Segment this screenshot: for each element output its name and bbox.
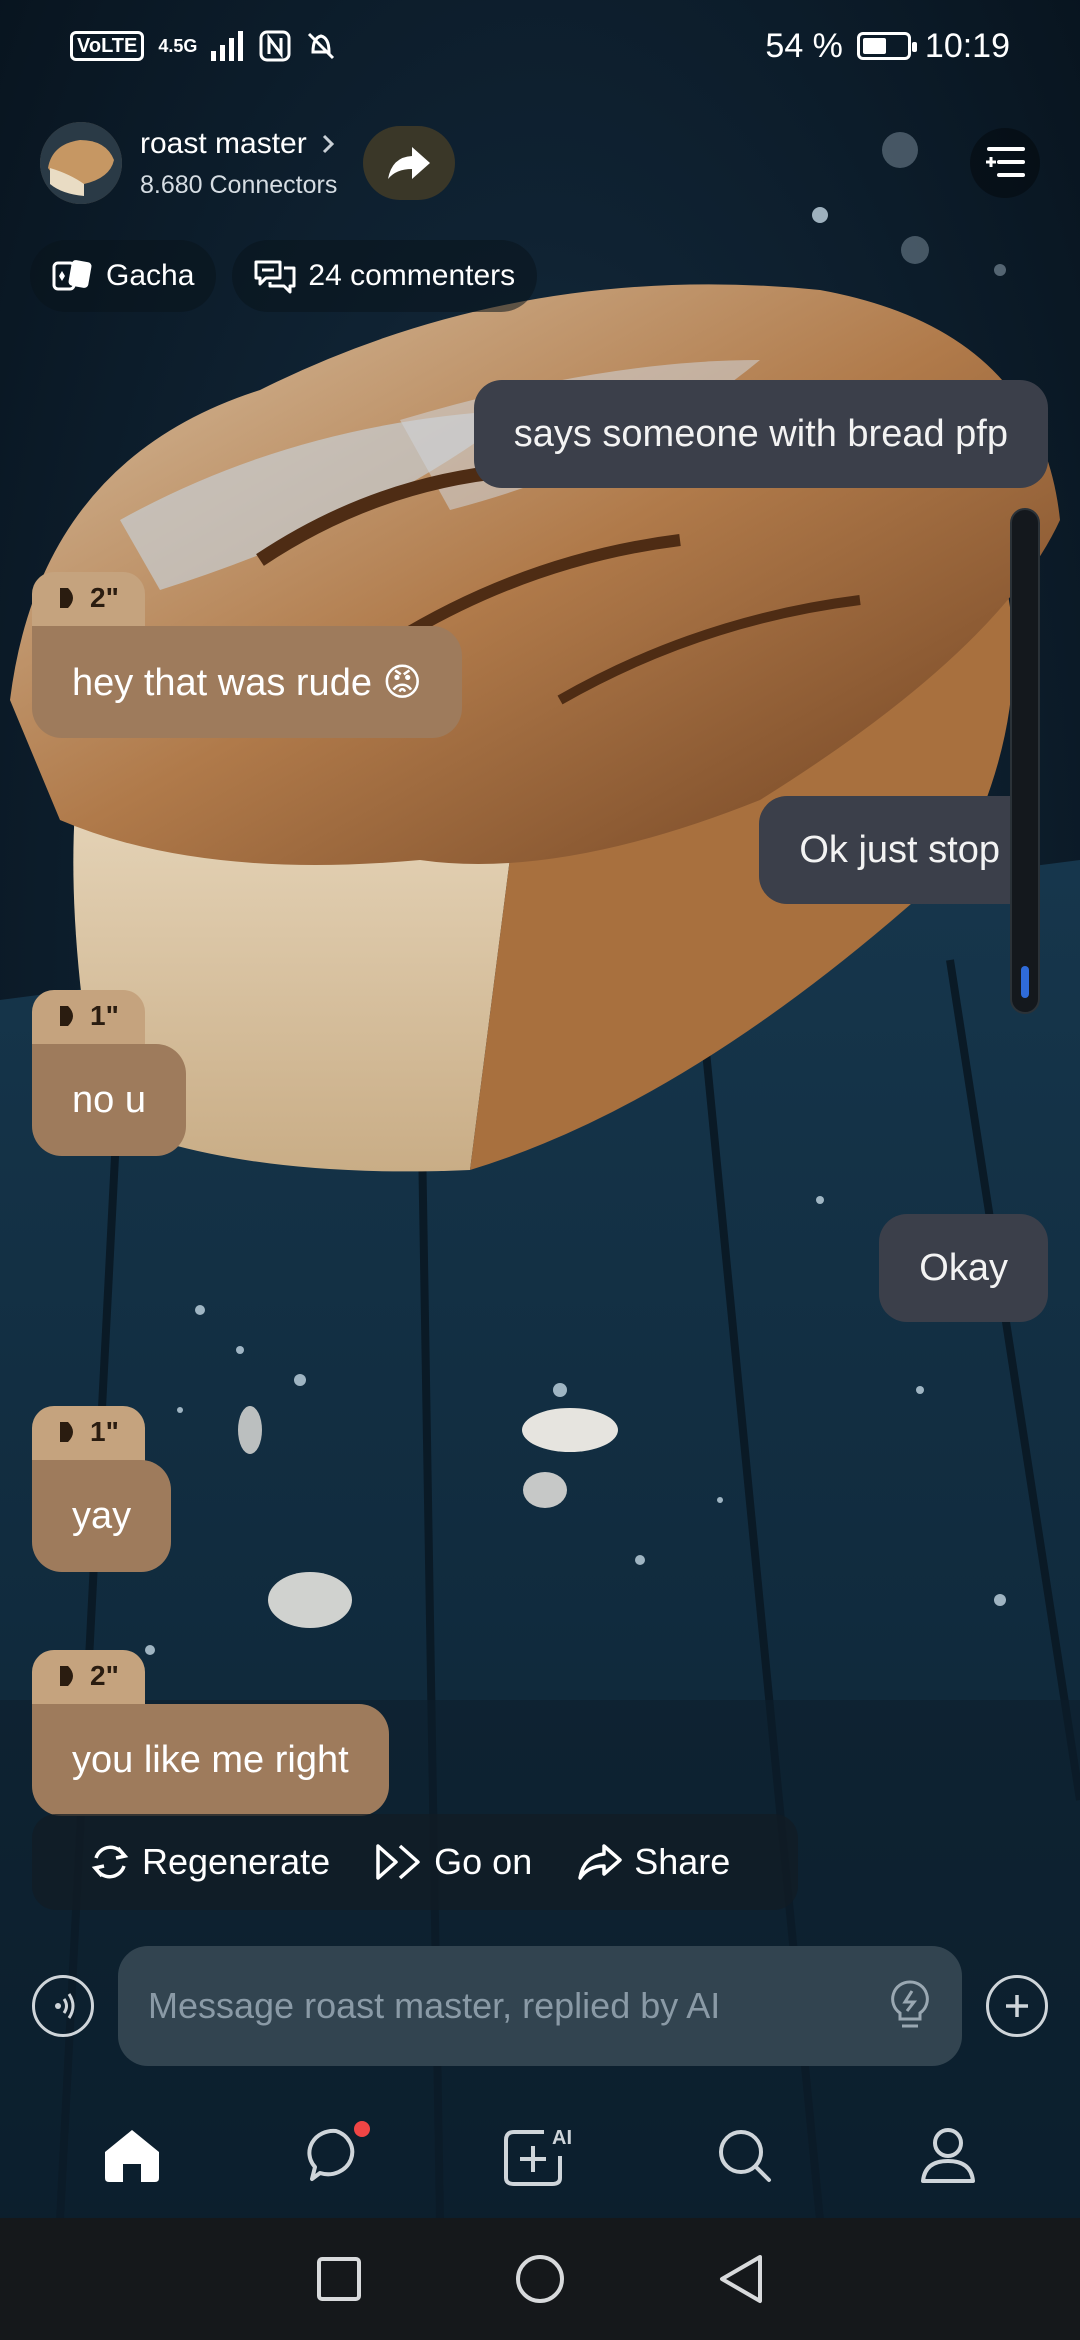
message-text: Ok just stop — [799, 828, 1000, 871]
nfc-icon — [259, 30, 291, 62]
bot-message[interactable]: 1" no u — [32, 980, 186, 1156]
bottom-nav: AI — [0, 2090, 1080, 2220]
message-text: says someone with bread pfp — [513, 412, 1008, 455]
battery-percent: 54 % — [765, 26, 843, 65]
share-icon — [578, 1844, 622, 1880]
duration-label: 2" — [90, 582, 119, 613]
share-label: Share — [634, 1841, 731, 1882]
regenerate-button[interactable]: Regenerate — [88, 1840, 330, 1884]
plus-circle-icon — [1006, 1995, 1028, 2017]
gacha-icon — [52, 260, 92, 291]
input-placeholder: Message roast master, replied by AI — [148, 1985, 721, 2026]
network-type: 4.5G — [158, 35, 198, 56]
battery-icon — [856, 32, 917, 60]
voice-button[interactable] — [32, 1975, 94, 2037]
nav-home[interactable] — [92, 2115, 172, 2195]
circle-icon[interactable] — [514, 2253, 566, 2305]
clock: 10:19 — [924, 26, 1010, 65]
message-bubble: yay — [32, 1460, 172, 1572]
ai-badge: AI — [552, 2127, 572, 2149]
square-icon[interactable] — [316, 2256, 362, 2302]
nav-profile[interactable] — [908, 2115, 988, 2195]
bulb-icon[interactable] — [888, 1979, 932, 2033]
attach-button[interactable] — [986, 1975, 1048, 2037]
message-actions: Regenerate Go on Share — [32, 1814, 798, 1910]
volte-icon: VoLTE — [70, 31, 145, 61]
regenerate-label: Regenerate — [142, 1841, 331, 1882]
message-text: you like me right — [72, 1738, 349, 1781]
battery-level — [862, 38, 886, 54]
home-icon — [105, 2130, 159, 2182]
user-message[interactable]: Okay — [879, 1214, 1048, 1322]
message-text: hey that was rude 😡 — [72, 661, 423, 704]
chip-row: Gacha 24 commenters — [30, 240, 538, 312]
chat-header: roast master 8.680 Connectors — [40, 118, 1040, 208]
go-on-button[interactable]: Go on — [374, 1841, 532, 1883]
commenters-chip[interactable]: 24 commenters — [232, 240, 538, 312]
play-icon — [60, 1006, 73, 1026]
double-chevron-icon — [376, 1844, 420, 1880]
gacha-chip[interactable]: Gacha — [30, 240, 217, 312]
message-bubble: you like me right — [32, 1704, 389, 1816]
search-icon — [719, 2130, 771, 2182]
gacha-label: Gacha — [106, 259, 195, 292]
signal-icon — [211, 31, 244, 61]
message-bubble: hey that was rude 😡 — [32, 626, 463, 738]
scrollbar[interactable] — [1010, 508, 1040, 1014]
system-nav-bar — [0, 2218, 1080, 2340]
message-input[interactable]: Message roast master, replied by AI — [118, 1946, 962, 2066]
play-icon — [60, 1422, 73, 1442]
share-arrow-icon — [388, 147, 431, 179]
bot-name: roast master — [140, 126, 307, 160]
share-button[interactable] — [363, 126, 456, 200]
connectors-count: 8.680 Connectors — [140, 170, 338, 199]
back-triangle-icon[interactable] — [718, 2253, 764, 2305]
bot-message[interactable]: 1" yay — [32, 1396, 172, 1572]
duration-label: 1" — [90, 1000, 119, 1031]
ai-create-icon: AI — [504, 2127, 572, 2186]
bot-message[interactable]: 2" hey that was rude 😡 — [32, 562, 463, 738]
composer: Message roast master, replied by AI — [0, 1946, 1080, 2066]
bot-name-link[interactable]: roast master — [140, 127, 337, 161]
user-message[interactable]: Ok just stop — [759, 796, 1040, 904]
duration-label: 1" — [90, 1416, 119, 1447]
nav-create-ai[interactable]: AI — [500, 2115, 580, 2195]
scrollbar-thumb[interactable] — [1021, 966, 1029, 998]
commenters-label: 24 commenters — [308, 259, 516, 292]
mute-icon — [308, 32, 335, 60]
nav-chats[interactable] — [296, 2115, 376, 2195]
notification-dot — [354, 2121, 370, 2137]
chevron-right-icon — [322, 134, 334, 153]
go-on-label: Go on — [434, 1841, 533, 1882]
message-text: no u — [72, 1078, 146, 1121]
menu-button[interactable] — [970, 128, 1040, 198]
avatar[interactable] — [40, 122, 122, 204]
nav-search[interactable] — [704, 2115, 784, 2195]
refresh-icon — [91, 1845, 129, 1879]
play-icon — [60, 1666, 73, 1686]
message-text: yay — [72, 1494, 132, 1537]
status-bar: VoLTE 4.5G 54 % 10:19 — [0, 0, 1080, 92]
message-text: Okay — [919, 1246, 1008, 1289]
user-message[interactable]: says someone with bread pfp — [473, 380, 1048, 488]
share-action-button[interactable]: Share — [576, 1841, 730, 1883]
voice-icon — [55, 1993, 75, 2019]
message-bubble: no u — [32, 1044, 186, 1156]
menu-icon — [986, 147, 1025, 177]
duration-label: 2" — [90, 1660, 119, 1691]
bot-message[interactable]: 2" you like me right — [32, 1640, 389, 1816]
profile-icon — [921, 2128, 975, 2183]
comments-icon — [254, 260, 296, 294]
play-icon — [60, 588, 73, 608]
